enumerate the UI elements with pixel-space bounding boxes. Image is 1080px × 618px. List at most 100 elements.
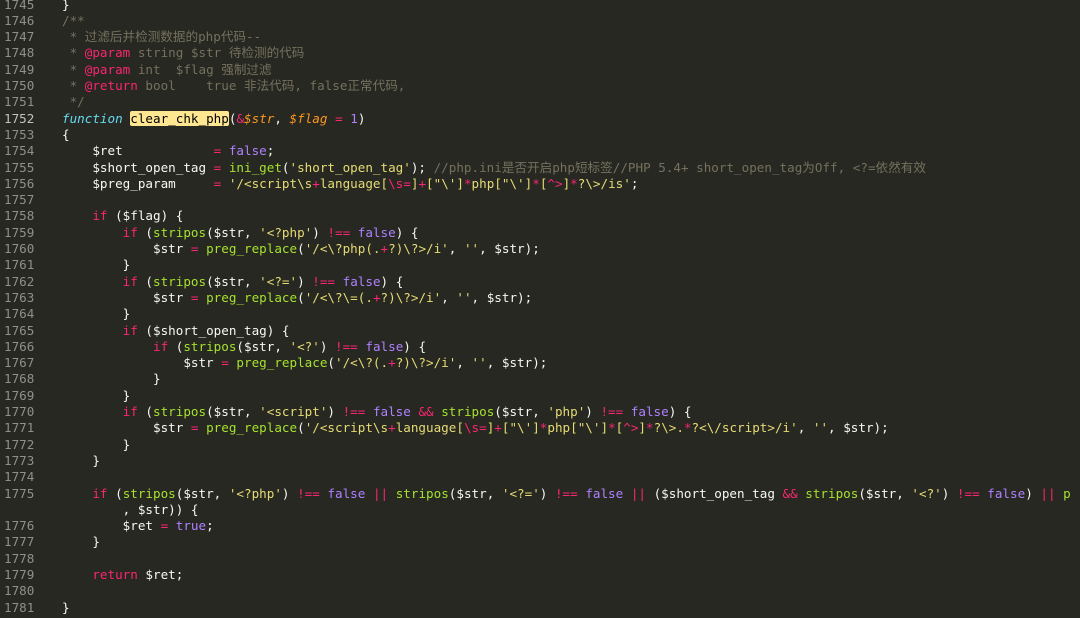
code-line[interactable]: if ($flag) { <box>62 208 183 224</box>
code-line[interactable]: } <box>62 388 131 404</box>
code-token: } <box>62 599 70 615</box>
code-line[interactable]: $short_open_tag = ini_get('short_open_ta… <box>62 160 926 176</box>
code-token: * <box>463 175 472 191</box>
code-token: + <box>380 241 389 256</box>
code-line[interactable]: , $str)) { <box>62 502 199 518</box>
code-token: '<script' <box>259 404 328 419</box>
code-token: = <box>190 289 199 305</box>
code-token: stripos <box>153 224 207 240</box>
code-token: '' <box>456 289 472 305</box>
code-token: !== <box>335 338 358 354</box>
code-token: false <box>585 485 624 501</box>
code-token: php["\'] <box>547 420 609 436</box>
code-line[interactable]: } <box>62 257 131 273</box>
code-token: if <box>122 322 138 338</box>
code-line[interactable]: $str = preg_replace('/<script\s+language… <box>62 420 889 436</box>
code-line[interactable]: $ret = true; <box>62 518 214 534</box>
code-line[interactable]: } <box>62 437 131 453</box>
code-line[interactable]: if (stripos($str, '<?') !== false) { <box>62 339 426 355</box>
code-line[interactable]: * @return bool true 非法代码, false正常代码, <box>62 78 406 94</box>
line-number: 1781 <box>4 599 35 615</box>
code-token: ($str, <box>206 404 260 419</box>
code-line[interactable]: $preg_param = '/<script\s+language[\s=]+… <box>62 176 638 192</box>
code-token: ) { <box>395 224 419 240</box>
line-number: 1765 <box>4 322 35 338</box>
code-line[interactable]: if (stripos($str, '<?php') !== false || … <box>62 485 1070 502</box>
code-token: 'short_open_tag' <box>289 159 411 175</box>
code-token: @param <box>84 45 131 61</box>
code-line[interactable]: } <box>62 371 161 387</box>
code-token: $str <box>62 289 191 305</box>
code-token: , $str); <box>486 355 548 371</box>
code-token: } <box>62 257 131 273</box>
code-line[interactable]: if ($short_open_tag) { <box>62 323 290 339</box>
code-token: if <box>122 404 138 419</box>
code-area[interactable]: }/** * 过滤后并检测数据的php代码-- * @param string … <box>52 0 1080 618</box>
line-number: 1775 <box>4 485 35 501</box>
line-number: 1766 <box>4 338 35 354</box>
code-line[interactable]: */ <box>62 94 85 110</box>
code-editor[interactable]: 1745 1746 1747 1748 1749 1750 1751 1752 1753 1754… <box>0 0 1080 618</box>
code-line[interactable]: * 过滤后并检测数据的php代码-- <box>62 29 262 45</box>
code-token: + <box>312 175 320 191</box>
code-token: ?\>. <box>653 420 684 436</box>
code-token: preg_replace <box>206 289 298 305</box>
code-token: & <box>236 110 245 126</box>
code-token: * <box>532 175 540 191</box>
code-token: ; <box>630 175 639 191</box>
code-line[interactable]: $str = preg_replace('/<\?php(.+?)\?>/i',… <box>62 241 540 257</box>
code-line[interactable]: return $ret; <box>62 567 183 583</box>
line-number: 1746 <box>4 12 35 28</box>
code-token: ) <box>297 273 313 289</box>
code-line[interactable]: * @param int $flag 强制过滤 <box>62 62 272 78</box>
line-number: 1770 <box>4 404 35 419</box>
line-number: 1759 <box>4 224 35 240</box>
code-token: string $str 待检测的代码 <box>130 45 305 61</box>
line-number: 1780 <box>4 583 35 599</box>
code-token: } <box>62 534 100 550</box>
code-token: $ret <box>62 518 161 534</box>
code-line[interactable]: { <box>62 127 70 143</box>
code-line[interactable]: if (stripos($str, '<script') !== false &… <box>62 404 692 420</box>
code-line[interactable]: } <box>62 600 70 616</box>
code-line[interactable]: $str = preg_replace('/<\?(.+?)\?>/i', ''… <box>62 355 547 371</box>
code-token: { <box>62 126 70 142</box>
code-line[interactable]: if (stripos($str, '<?=') !== false) { <box>62 273 404 290</box>
code-token: && <box>782 485 798 501</box>
code-token: php["\'] <box>471 175 533 191</box>
code-line[interactable]: $str = preg_replace('/<\?\=(.+?)\?>/i' , … <box>62 290 532 306</box>
code-line[interactable]: function clear_chk_php(&$str, $flag = 1) <box>62 110 365 127</box>
code-token: $str <box>62 355 222 371</box>
code-line[interactable]: if (stripos($str, '<?php') !== false) { <box>62 224 419 241</box>
code-token: ($flag) { <box>107 208 184 224</box>
code-line[interactable]: $ret = false; <box>62 143 274 159</box>
code-token: ($str, <box>206 224 260 240</box>
code-token: ) { <box>403 338 427 354</box>
code-token: '/<script\s <box>228 175 313 191</box>
code-line[interactable]: } <box>62 534 100 550</box>
code-token: ; <box>206 518 214 534</box>
code-token: , <box>441 289 457 305</box>
code-token: '<?' <box>289 338 320 354</box>
code-token: $flag <box>289 110 328 126</box>
code-line[interactable]: * @param string $str 待检测的代码 <box>62 45 305 61</box>
code-line[interactable]: } <box>62 0 70 13</box>
code-token: false <box>327 485 366 501</box>
code-token: stripos <box>805 485 859 501</box>
code-token: , <box>456 355 472 371</box>
code-token: ?)\?>/i' <box>395 355 457 371</box>
code-token: , <box>448 241 464 256</box>
code-line[interactable]: } <box>62 306 131 322</box>
code-line[interactable]: /** <box>62 13 85 29</box>
code-line[interactable]: } <box>62 453 100 469</box>
line-number: 1772 <box>4 436 35 452</box>
code-token: '<?=' <box>259 273 298 289</box>
code-token: + <box>372 289 381 305</box>
code-token: '<?php' <box>259 224 313 240</box>
